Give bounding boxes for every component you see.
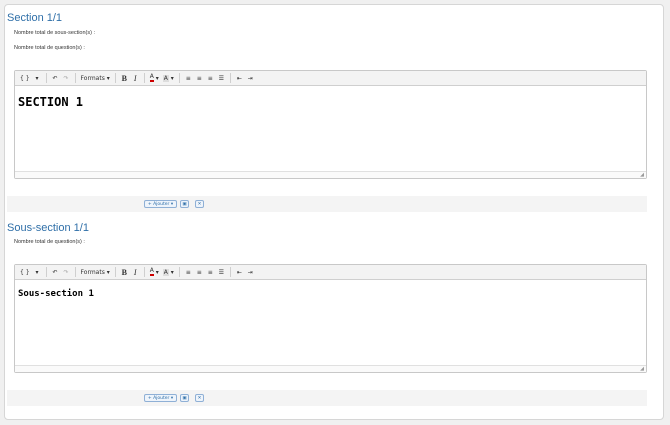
editor-statusbar: ◢ <box>15 365 646 372</box>
toolbar-separator <box>74 267 76 277</box>
section-subsection-count: Nombre total de sous-section(s) : <box>14 30 96 36</box>
editor-statusbar: ◢ <box>15 171 646 178</box>
copy-icon[interactable]: ▣ <box>180 200 189 208</box>
add-button[interactable]: + Ajouter ▾ <box>144 394 177 402</box>
subsection-heading: Sous-section 1 <box>18 289 94 299</box>
toolbar-separator <box>114 267 116 277</box>
bold-button[interactable]: B <box>119 267 130 278</box>
bold-button[interactable]: B <box>119 73 130 84</box>
toolbar-separator <box>178 267 180 277</box>
toolbar-separator <box>178 73 180 83</box>
section-action-bar: + Ajouter ▾ ▣ ✕ <box>7 196 647 212</box>
toolbar-separator <box>229 73 231 83</box>
close-icon[interactable]: ✕ <box>195 394 204 402</box>
section-question-count: Nombre total de question(s) : <box>14 45 85 51</box>
toolbar-separator <box>45 73 47 83</box>
formats-dropdown[interactable]: Formats ▾ <box>79 73 112 84</box>
source-code-button[interactable]: { } <box>18 267 32 278</box>
dropdown-caret-icon[interactable]: ▾ <box>32 267 43 278</box>
background-color-button[interactable]: A ▾ <box>161 267 176 278</box>
toolbar-separator <box>143 267 145 277</box>
close-icon[interactable]: ✕ <box>195 200 204 208</box>
align-justify-icon[interactable]: ☰ <box>216 267 227 278</box>
outdent-icon[interactable]: ⇤ <box>234 267 245 278</box>
toolbar-separator <box>229 267 231 277</box>
resize-grip-icon[interactable]: ◢ <box>640 366 644 372</box>
resize-grip-icon[interactable]: ◢ <box>640 172 644 178</box>
copy-icon[interactable]: ▣ <box>180 394 189 402</box>
editor-toolbar: { } ▾ ↶ ↷ Formats ▾ B I A ▾ A ▾ ≡ ≡ ≡ ☰ … <box>15 265 646 280</box>
undo-icon[interactable]: ↶ <box>50 267 61 278</box>
indent-icon[interactable]: ⇥ <box>245 73 256 84</box>
subsection-editor[interactable]: { } ▾ ↶ ↷ Formats ▾ B I A ▾ A ▾ ≡ ≡ ≡ ☰ … <box>14 264 647 373</box>
source-code-button[interactable]: { } <box>18 73 32 84</box>
undo-icon[interactable]: ↶ <box>50 73 61 84</box>
text-color-button[interactable]: A ▾ <box>148 73 161 84</box>
formats-dropdown[interactable]: Formats ▾ <box>79 267 112 278</box>
outdent-icon[interactable]: ⇤ <box>234 73 245 84</box>
align-right-icon[interactable]: ≡ <box>205 73 216 84</box>
italic-button[interactable]: I <box>130 267 141 278</box>
editor-content-area[interactable]: SECTION 1 ◢ <box>15 86 646 178</box>
subsection-action-bar: + Ajouter ▾ ▣ ✕ <box>7 390 647 406</box>
align-left-icon[interactable]: ≡ <box>183 267 194 278</box>
add-button[interactable]: + Ajouter ▾ <box>144 200 177 208</box>
align-right-icon[interactable]: ≡ <box>205 267 216 278</box>
editor-content-area[interactable]: Sous-section 1 ◢ <box>15 280 646 372</box>
subsection-question-count: Nombre total de question(s) : <box>14 239 85 245</box>
align-left-icon[interactable]: ≡ <box>183 73 194 84</box>
toolbar-separator <box>114 73 116 83</box>
toolbar-separator <box>74 73 76 83</box>
align-justify-icon[interactable]: ☰ <box>216 73 227 84</box>
redo-icon[interactable]: ↷ <box>61 267 72 278</box>
align-center-icon[interactable]: ≡ <box>194 267 205 278</box>
editor-toolbar: { } ▾ ↶ ↷ Formats ▾ B I A ▾ A ▾ ≡ ≡ ≡ ☰ … <box>15 71 646 86</box>
toolbar-separator <box>143 73 145 83</box>
background-color-button[interactable]: A ▾ <box>161 73 176 84</box>
section-title: Section 1/1 <box>7 12 63 24</box>
section-editor[interactable]: { } ▾ ↶ ↷ Formats ▾ B I A ▾ A ▾ ≡ ≡ ≡ ☰ … <box>14 70 647 179</box>
subsection-title: Sous-section 1/1 <box>7 222 89 234</box>
dropdown-caret-icon[interactable]: ▾ <box>32 73 43 84</box>
align-center-icon[interactable]: ≡ <box>194 73 205 84</box>
redo-icon[interactable]: ↷ <box>61 73 72 84</box>
text-color-button[interactable]: A ▾ <box>148 267 161 278</box>
section-heading: SECTION 1 <box>18 95 84 109</box>
toolbar-separator <box>45 267 47 277</box>
italic-button[interactable]: I <box>130 73 141 84</box>
indent-icon[interactable]: ⇥ <box>245 267 256 278</box>
